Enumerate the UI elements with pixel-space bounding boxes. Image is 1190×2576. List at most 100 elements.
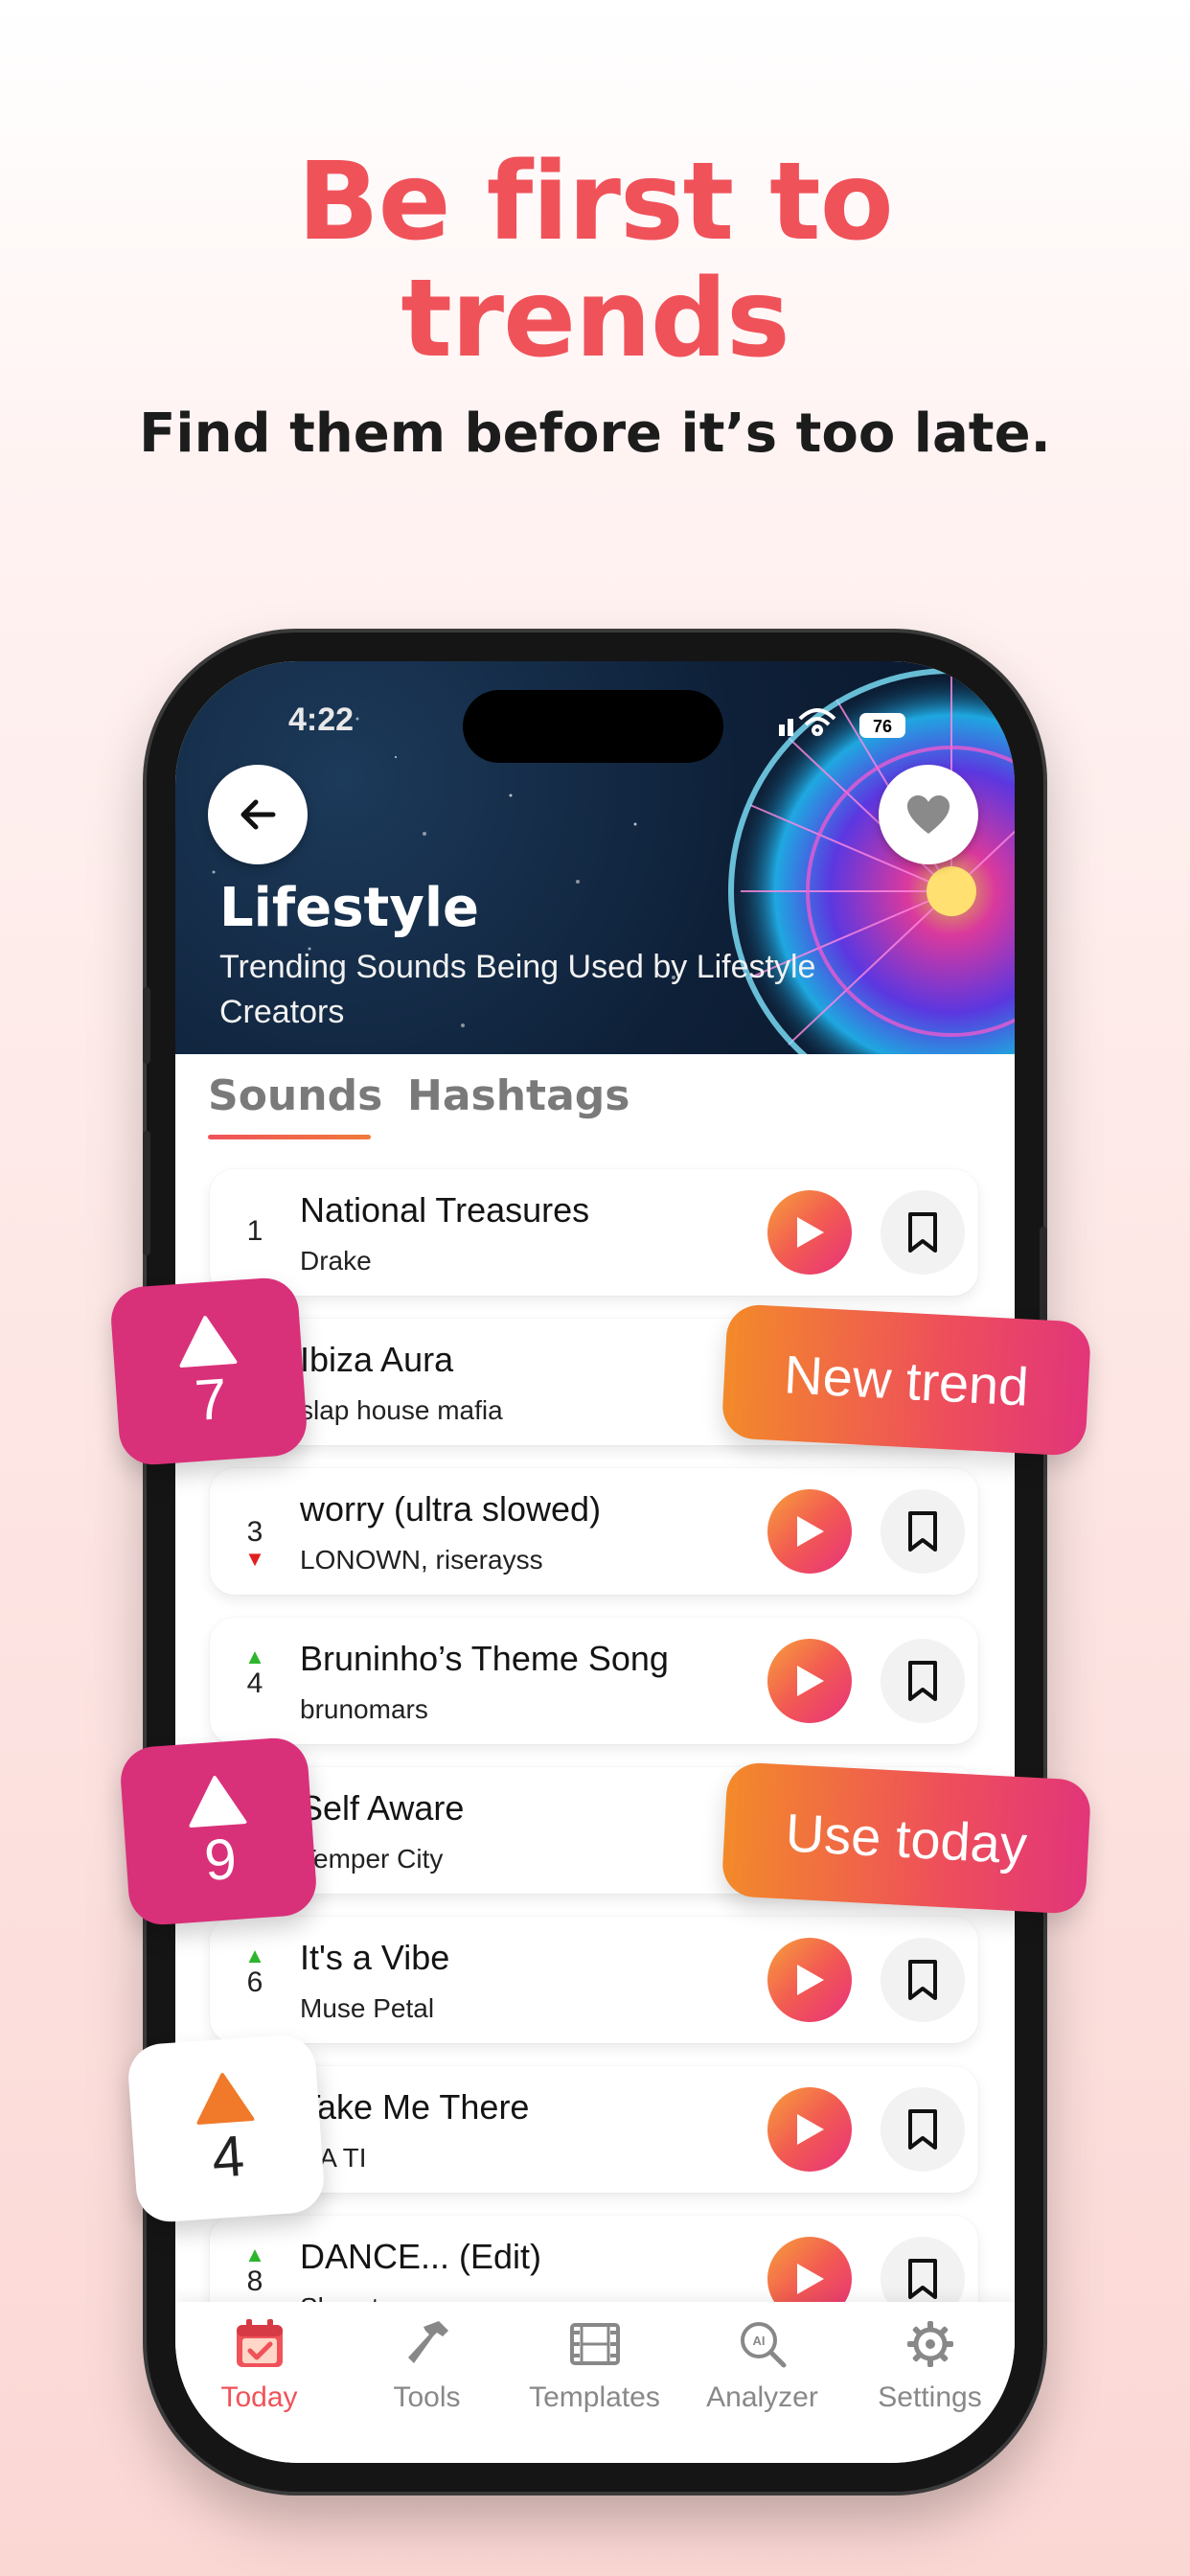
bookmark-button[interactable] xyxy=(881,2087,965,2172)
tab-templates[interactable]: Templates xyxy=(511,2317,678,2414)
dynamic-island xyxy=(463,690,723,763)
active-tab-indicator xyxy=(208,1135,371,1139)
headline: Be first to trends xyxy=(0,144,1190,378)
sound-row[interactable]: 1 National Treasures Drake xyxy=(210,1169,978,1296)
rank-badge: 4 xyxy=(126,2033,327,2224)
bookmark-icon xyxy=(908,1212,937,1253)
rank: ▲ 6 xyxy=(239,1945,271,1999)
tab-today[interactable]: Today xyxy=(175,2317,343,2414)
headline-line-2: trends xyxy=(400,257,790,381)
phone-side-button xyxy=(143,1131,150,1255)
tab-tools[interactable]: Tools xyxy=(343,2317,511,2414)
rank: ▲ 4 xyxy=(239,1646,271,1700)
subheadline: Find them before it’s too late. xyxy=(139,402,1051,465)
trend-down-icon: ▼ xyxy=(244,1547,265,1571)
play-button[interactable] xyxy=(767,2087,852,2172)
status-icons: 76 xyxy=(779,708,905,738)
bookmark-button[interactable] xyxy=(881,1938,965,2022)
category-title: Lifestyle xyxy=(219,877,480,939)
tab-label: Analyzer xyxy=(706,2381,818,2413)
phone-side-button xyxy=(143,987,150,1064)
sound-artist: Drake xyxy=(300,1246,372,1276)
play-button[interactable] xyxy=(767,1639,852,1723)
badge-rank: 4 xyxy=(210,2123,247,2191)
sound-artist: Muse Petal xyxy=(300,1993,435,2023)
film-icon xyxy=(569,2323,620,2365)
play-button[interactable] xyxy=(767,1190,852,1275)
sound-title: It's a Vibe xyxy=(300,1938,450,1977)
tab-label: Today xyxy=(220,2381,298,2413)
badge-rank: 9 xyxy=(202,1826,240,1894)
category-subtitle: Trending Sounds Being Used by Lifestyle … xyxy=(219,949,816,1030)
rank-number: 3 xyxy=(246,1516,263,1548)
gear-icon xyxy=(906,2321,953,2367)
svg-text:AI: AI xyxy=(752,2334,765,2348)
rank: ▲ 8 xyxy=(239,2244,271,2298)
rank-badge: 9 xyxy=(118,1736,319,1927)
sound-row[interactable]: ▲ 6 It's a Vibe Muse Petal xyxy=(210,1917,978,2043)
play-icon xyxy=(797,1217,824,1248)
sound-artist: Temper City xyxy=(300,1844,444,1874)
sound-title: Self Aware xyxy=(300,1788,465,1828)
trend-up-icon: ▲ xyxy=(244,2242,265,2266)
hammer-icon xyxy=(407,2321,448,2363)
play-icon xyxy=(797,1965,824,1995)
bookmark-button[interactable] xyxy=(881,1489,965,1574)
tab-label: Settings xyxy=(878,2381,982,2413)
play-icon xyxy=(797,1516,824,1547)
sound-title: Take Me There xyxy=(300,2087,530,2127)
play-icon xyxy=(797,2114,824,2145)
sound-title: worry (ultra slowed) xyxy=(300,1489,602,1529)
sound-artist: slap house mafia xyxy=(300,1395,503,1425)
badge-rank: 7 xyxy=(193,1366,230,1434)
sound-title: National Treasures xyxy=(300,1190,590,1230)
tab-hashtags[interactable]: Hashtags xyxy=(407,1071,629,1120)
sound-row[interactable]: ▲ 4 Bruninho’s Theme Song brunomars xyxy=(210,1618,978,1744)
play-icon xyxy=(797,1666,824,1696)
bookmark-icon xyxy=(908,1511,937,1552)
sound-title: DANCE... (Edit) xyxy=(300,2237,542,2276)
category-hero: 4:22 76 Lifestyle Trending Sounds Being … xyxy=(175,661,1015,1054)
ai-search-icon: AI xyxy=(740,2322,786,2368)
new-trend-label: New trend xyxy=(721,1303,1092,1457)
favorite-button[interactable] xyxy=(879,765,978,864)
battery-level: 76 xyxy=(873,717,892,736)
bookmark-icon xyxy=(908,2109,937,2150)
tab-label: Tools xyxy=(393,2381,461,2413)
play-button[interactable] xyxy=(767,1938,852,2022)
back-button[interactable] xyxy=(208,765,308,864)
play-icon xyxy=(797,2264,824,2294)
tab-label: Templates xyxy=(529,2381,660,2413)
rank: 1 xyxy=(239,1215,271,1248)
sound-artist: brunomars xyxy=(300,1694,428,1724)
bookmark-icon xyxy=(908,2259,937,2299)
rank-badge: 7 xyxy=(108,1276,309,1467)
trend-up-icon: ▲ xyxy=(244,1944,265,1967)
headline-line-1: Be first to xyxy=(297,140,893,264)
sound-row[interactable]: Take Me There DA TI xyxy=(210,2066,978,2193)
bookmark-button[interactable] xyxy=(881,1639,965,1723)
bookmark-icon xyxy=(908,1960,937,2000)
calendar-check-icon xyxy=(236,2319,283,2367)
sound-title: Ibiza Aura xyxy=(300,1340,454,1379)
sound-row[interactable]: 3 ▼ worry (ultra slowed) LONOWN, riserays… xyxy=(210,1468,978,1595)
rank-number: 6 xyxy=(246,1966,263,1998)
tab-sounds[interactable]: Sounds xyxy=(208,1071,382,1120)
bottom-tab-bar: Today Tools Templates AI Analyzer Settin… xyxy=(175,2302,1015,2463)
rank-number: 8 xyxy=(246,2266,263,2297)
status-time: 4:22 xyxy=(288,702,355,738)
heart-icon xyxy=(907,795,950,834)
triangle-up-icon xyxy=(196,2073,255,2125)
rank-number: 1 xyxy=(246,1215,263,1247)
bookmark-icon xyxy=(908,1661,937,1701)
use-today-label: Use today xyxy=(721,1761,1092,1915)
triangle-up-icon xyxy=(179,1316,238,1368)
sound-title: Bruninho’s Theme Song xyxy=(300,1639,669,1678)
tab-settings[interactable]: Settings xyxy=(846,2317,1014,2414)
tab-analyzer[interactable]: AI Analyzer xyxy=(678,2317,846,2414)
bookmark-button[interactable] xyxy=(881,1190,965,1275)
play-button[interactable] xyxy=(767,1489,852,1574)
trend-up-icon: ▲ xyxy=(244,1644,265,1668)
sound-artist: LONOWN, riserayss xyxy=(300,1545,543,1575)
triangle-up-icon xyxy=(189,1776,247,1828)
